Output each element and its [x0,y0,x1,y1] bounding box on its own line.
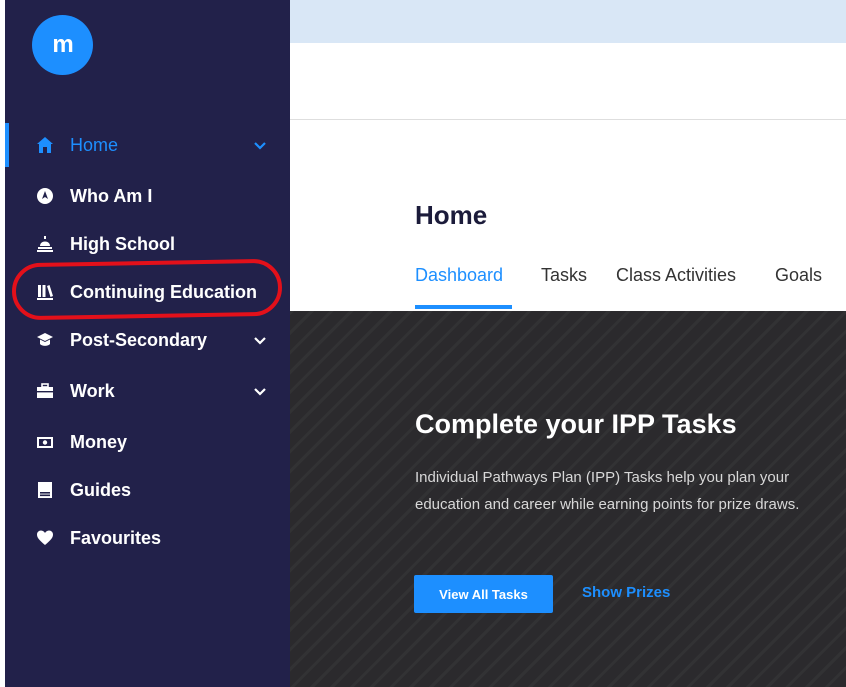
sidebar-item-label: Who Am I [70,185,153,206]
banner-title: Complete your IPP Tasks [415,409,737,439]
home-icon [36,136,54,154]
sidebar-item-label: Continuing Education [70,281,257,302]
tab-tasks[interactable]: Tasks [541,265,587,286]
sidebar-item-home[interactable]: Home [5,123,290,167]
header-divider [290,119,846,120]
sidebar-item-high-school[interactable]: High School [5,222,290,266]
sidebar-item-continuing-education[interactable]: Continuing Education [5,270,290,314]
heart-icon [36,529,54,547]
tab-class-activities[interactable]: Class Activities [616,265,736,286]
sidebar-item-label: Guides [70,479,132,500]
sidebar-item-post-secondary[interactable]: Post-Secondary [5,318,290,362]
active-indicator [5,123,9,167]
book-icon [36,481,54,499]
sidebar-item-label: High School [70,233,175,254]
page-title: Home [415,200,488,230]
sidebar-item-work[interactable]: Work [5,369,290,413]
app-logo[interactable]: m [32,15,93,75]
money-icon [36,433,54,451]
sidebar-item-label: Money [70,431,128,452]
sidebar-item-label: Favourites [70,527,162,548]
graduation-cap-icon [36,331,54,349]
compass-icon [36,187,54,205]
logo-letter: m [52,31,73,58]
banner-description: Individual Pathways Plan (IPP) Tasks hel… [415,469,800,513]
sidebar-item-label: Post-Secondary [70,329,208,350]
top-banner [290,0,846,43]
chevron-down-icon[interactable] [252,332,268,348]
view-all-tasks-button[interactable]: View All Tasks [414,575,553,613]
sidebar-item-label: Home [70,134,119,155]
ipp-tasks-banner: Complete your IPP Tasks Individual Pathw… [290,311,846,687]
sidebar-item-guides[interactable]: Guides [5,468,290,512]
briefcase-icon [36,382,54,400]
sidebar-item-label: Work [70,380,115,401]
sidebar: m Home Who Am I High School Continuing E… [5,0,290,687]
sidebar-item-money[interactable]: Money [5,420,290,464]
tab-dashboard[interactable]: Dashboard [415,265,503,286]
active-tab-indicator [415,305,512,309]
tab-goals[interactable]: Goals [775,265,822,286]
sidebar-item-favourites[interactable]: Favourites [5,516,290,560]
library-books-icon [36,283,54,301]
chevron-down-icon[interactable] [252,137,268,153]
chevron-down-icon[interactable] [252,383,268,399]
show-prizes-link[interactable]: Show Prizes [582,584,670,601]
school-bell-icon [36,235,54,253]
sidebar-item-who-am-i[interactable]: Who Am I [5,174,290,218]
